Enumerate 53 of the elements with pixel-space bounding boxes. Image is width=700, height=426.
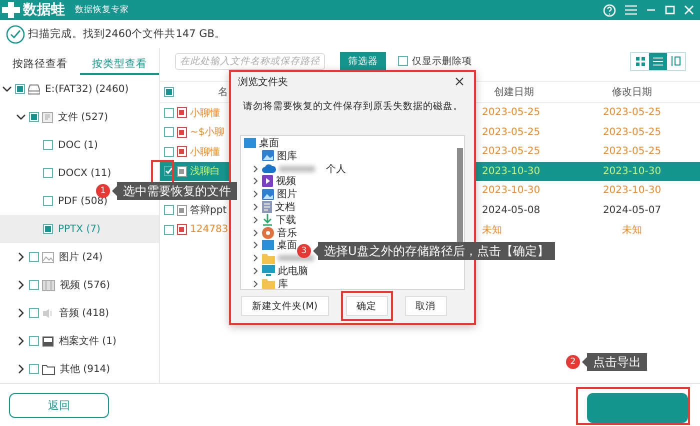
tree-label: 音频 (418)	[59, 306, 110, 320]
checkbox-label: 仅显示删除项	[412, 54, 472, 68]
step-tooltip: 选中需要恢复的文件	[117, 182, 237, 200]
created-date: 2023-10-30	[482, 166, 540, 177]
created-date: 2023-10-30	[482, 185, 540, 196]
folder-label: 图片	[277, 188, 297, 202]
dialog-title: 浏览文件夹	[238, 76, 289, 89]
tree-label: 视频 (576)	[60, 278, 110, 292]
folder-label: 图库	[277, 150, 297, 163]
tree-label: E:(FAT32) (2460)	[45, 84, 129, 94]
folder-label: 桌面	[259, 136, 279, 150]
step-tooltip: 选择U盘之外的存储路径后，点击【确定】	[318, 242, 555, 260]
modified-date: 2023-05-25	[602, 126, 662, 138]
scan-status: 扫描完成。找到2460个文件共147 GB。	[28, 27, 226, 41]
tree-label: 图片 (24)	[59, 250, 103, 264]
tree-label: DOCX (11)	[58, 168, 112, 178]
file-name: 小聊懂	[190, 146, 220, 158]
folder-label: 音乐	[277, 226, 297, 240]
modified-date: 2023-10-30	[602, 185, 662, 196]
tree-label: DOC (1)	[58, 140, 98, 150]
step-badge: 2	[566, 355, 580, 369]
file-name: 124783	[190, 224, 228, 236]
folder-label: 库	[278, 278, 288, 289]
folder-label: 视频	[276, 174, 296, 188]
modified-date: 2023-10-30	[602, 166, 662, 177]
tree-label: 档案文件 (1)	[59, 334, 116, 348]
folder-label: 桌面	[277, 238, 297, 252]
modified-date: 2023-05-25	[602, 146, 662, 158]
created-date: 2023-05-25	[482, 146, 540, 158]
app-subtitle: 数据恢复专家	[75, 4, 129, 16]
modified-date: 2024-05-07	[602, 204, 662, 216]
app-logo: 数据蛙	[23, 1, 65, 19]
modified-date: 未知	[622, 224, 642, 236]
file-name: ~$小聊	[190, 127, 225, 138]
folder-label: 个人	[326, 162, 346, 176]
created-date: 2023-05-25	[482, 107, 540, 118]
tree-label: PDF (508)	[58, 196, 108, 206]
tree-label: 文件 (527)	[58, 110, 108, 124]
folder-label: 文档	[275, 200, 295, 214]
modified-date: 2023-05-25	[602, 107, 662, 118]
dialog-message: 请勿将需要恢复的文件保存到原丢失数据的磁盘。	[242, 100, 464, 113]
step-tooltip: 点击导出	[587, 353, 647, 371]
created-date: 2023-05-25	[482, 126, 540, 138]
file-name: 浅聊白	[190, 166, 220, 178]
created-date: 未知	[482, 224, 502, 236]
step-badge: 1	[96, 184, 110, 198]
tree-label: PPTX (7)	[58, 224, 100, 234]
tree-label: 其他 (914)	[60, 362, 110, 376]
file-name: 答辩ppt	[190, 205, 227, 216]
folder-label: 下载	[276, 214, 296, 227]
created-date: 2024-05-08	[482, 204, 540, 216]
file-name: 小聊懂	[190, 108, 220, 119]
folder-label: 此电脑	[278, 264, 308, 278]
